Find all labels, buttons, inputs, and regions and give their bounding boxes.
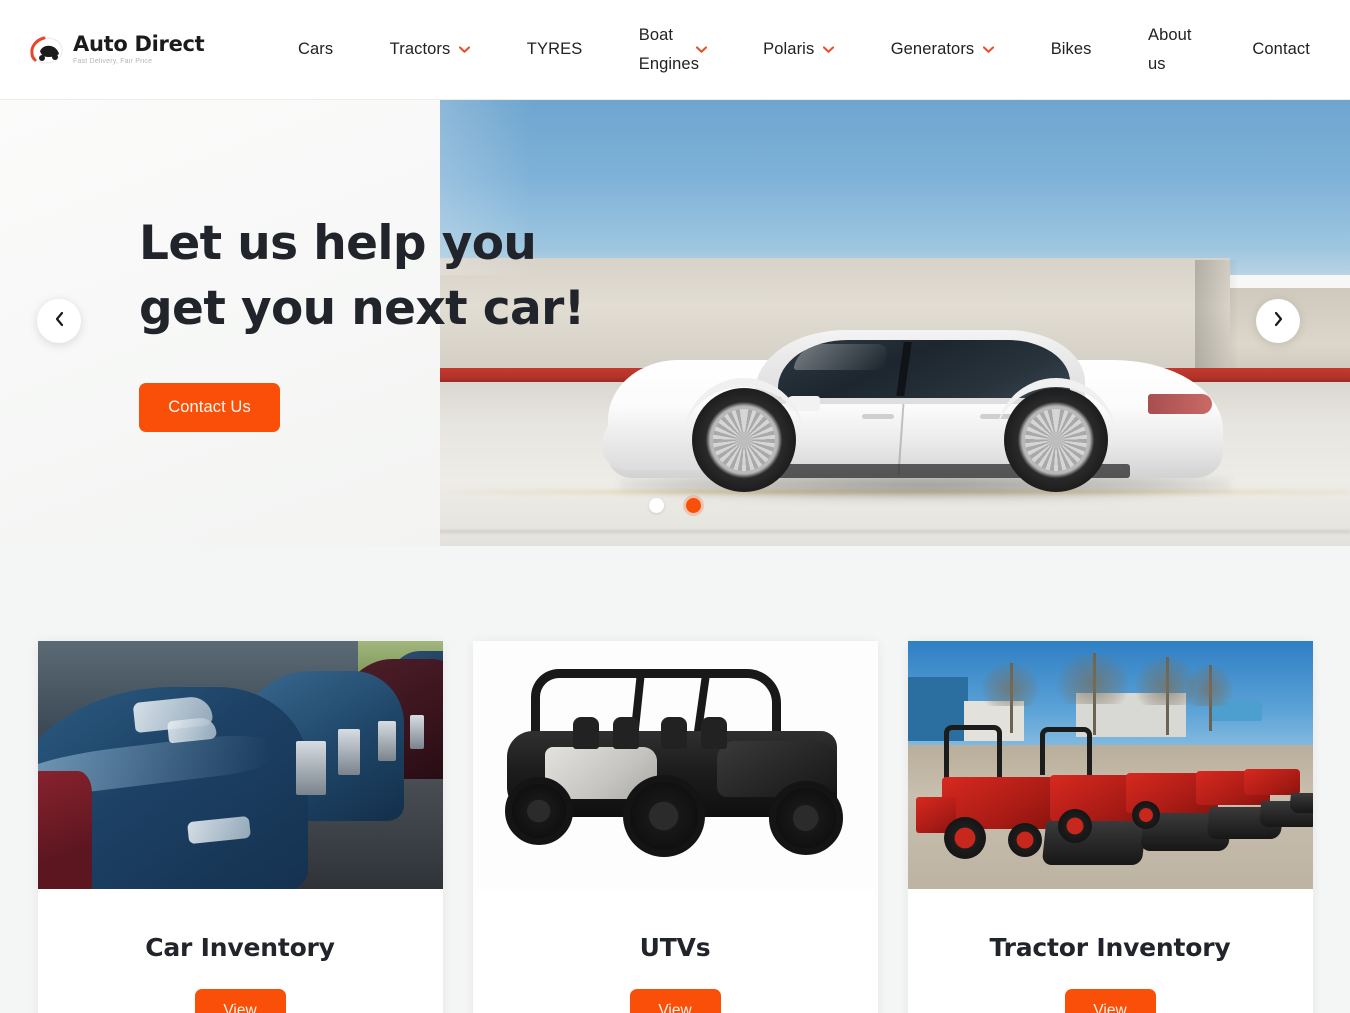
nav-label: Cars	[298, 40, 334, 59]
logo-title: Auto Direct	[73, 32, 205, 56]
view-button[interactable]: View	[629, 989, 721, 1013]
nav-label: Generators	[890, 40, 975, 59]
utvs-image	[472, 641, 878, 889]
chevron-left-icon	[54, 311, 65, 332]
nav-label: Boat Engines	[638, 25, 700, 73]
carousel-pagination	[0, 498, 1350, 513]
nav-item-tyres[interactable]: TYRES	[527, 35, 583, 64]
card-title: UTVs	[639, 933, 711, 962]
nav-label: TYRES	[526, 40, 583, 59]
hero-content: Let us help you get you next car! Contac…	[0, 100, 1350, 546]
view-button[interactable]: View	[194, 989, 286, 1013]
main-navigation: Cars Tractors TYRES Boat Engines Polaris…	[258, 21, 1350, 79]
carousel-next-button[interactable]	[1256, 299, 1300, 343]
car-logo-icon	[28, 33, 66, 67]
nav-item-bikes[interactable]: Bikes	[1051, 35, 1092, 64]
chevron-down-icon[interactable]	[983, 46, 995, 53]
card-title: Car Inventory	[145, 933, 335, 962]
category-card-tractor-inventory[interactable]: Tractor Inventory View	[907, 641, 1313, 1013]
nav-label: Bikes	[1050, 40, 1092, 59]
nav-item-polaris[interactable]: Polaris	[763, 35, 835, 64]
category-card-car-inventory[interactable]: Car Inventory View	[37, 641, 443, 1013]
logo-tagline: Fast Delivery, Fair Price	[73, 58, 153, 65]
site-header: Auto Direct Fast Delivery, Fair Price Ca…	[0, 0, 1350, 100]
nav-item-contact[interactable]: Contact	[1252, 35, 1310, 64]
category-card-utvs[interactable]: UTVs View	[472, 641, 878, 1013]
chevron-down-icon[interactable]	[459, 46, 471, 53]
nav-item-generators[interactable]: Generators	[891, 35, 995, 64]
carousel-dot-1[interactable]	[649, 498, 664, 513]
nav-item-about-us[interactable]: About us	[1148, 21, 1196, 79]
hero-carousel: Let us help you get you next car! Contac…	[0, 100, 1350, 546]
car-inventory-image	[37, 641, 443, 889]
hero-title: Let us help you get you next car!	[139, 216, 585, 336]
carousel-dot-2[interactable]	[686, 498, 701, 513]
contact-us-button[interactable]: Contact Us	[139, 383, 280, 432]
card-title: Tractor Inventory	[989, 933, 1231, 962]
nav-label: Contact	[1252, 40, 1310, 59]
chevron-down-icon[interactable]	[695, 46, 707, 53]
nav-item-cars[interactable]: Cars	[298, 35, 333, 64]
category-cards-section: Car Inventory View UTVs View Tractor Inv…	[0, 546, 1350, 1013]
tractor-inventory-image	[907, 641, 1313, 889]
view-button[interactable]: View	[1064, 989, 1156, 1013]
nav-label: Tractors	[389, 40, 451, 59]
nav-label: About us	[1147, 25, 1192, 73]
carousel-prev-button[interactable]	[37, 299, 81, 343]
chevron-down-icon[interactable]	[823, 46, 835, 53]
chevron-right-icon	[1273, 311, 1284, 332]
nav-label: Polaris	[763, 40, 815, 59]
site-logo[interactable]: Auto Direct Fast Delivery, Fair Price	[28, 33, 258, 67]
category-cards-row: Car Inventory View UTVs View Tractor Inv…	[0, 641, 1350, 1013]
nav-item-tractors[interactable]: Tractors	[390, 35, 471, 64]
nav-item-boat-engines[interactable]: Boat Engines	[639, 21, 707, 79]
